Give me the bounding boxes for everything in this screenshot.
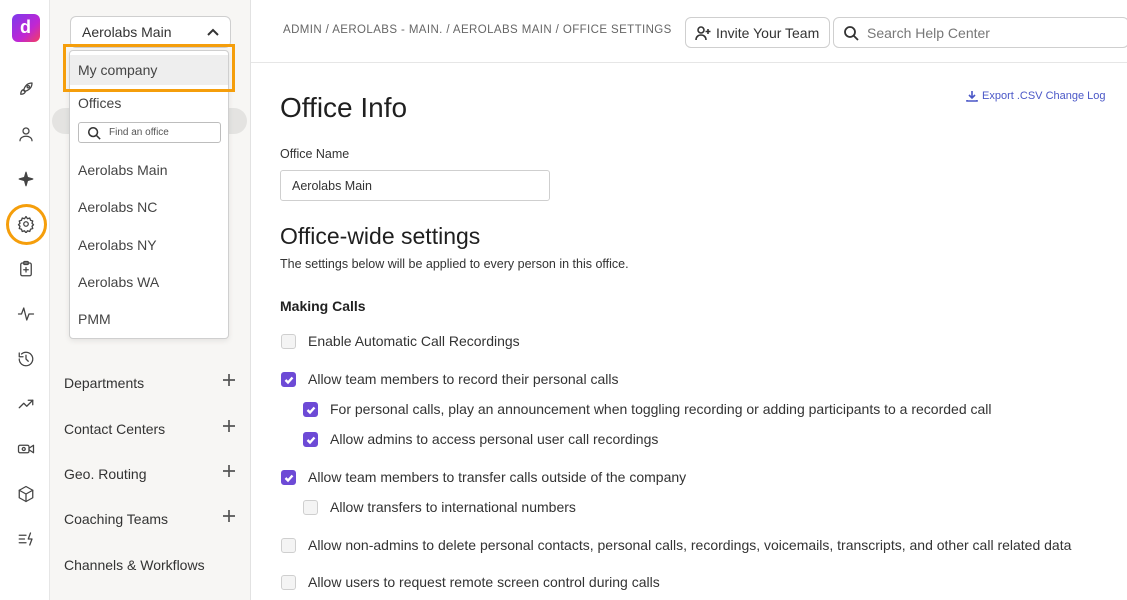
clipboard-icon[interactable] — [15, 258, 37, 280]
add-person-icon — [695, 26, 711, 41]
sidebar-item-label: Geo. Routing — [64, 466, 147, 482]
check-icon — [306, 406, 316, 414]
top-header: ADMIN / AEROLABS - MAIN. / AEROLABS MAIN… — [251, 0, 1127, 63]
dropdown-item-office[interactable]: Aerolabs NY — [78, 237, 157, 253]
export-csv-label: Export .CSV Change Log — [982, 90, 1106, 102]
checkbox[interactable] — [281, 371, 296, 387]
dropdown-item-office[interactable]: Aerolabs Main — [78, 162, 168, 178]
sidebar-item-channels-workflows[interactable]: Channels & Workflows — [64, 553, 242, 577]
trend-icon[interactable] — [15, 393, 37, 415]
rocket-icon[interactable] — [15, 78, 37, 100]
plus-icon[interactable] — [222, 419, 240, 437]
office-search-input[interactable]: Find an office — [78, 122, 221, 143]
plus-icon[interactable] — [222, 509, 240, 527]
export-csv-link[interactable]: Export .CSV Change Log — [966, 90, 1106, 102]
option-label: Allow transfers to international numbers — [330, 499, 576, 515]
checkbox[interactable] — [281, 537, 296, 553]
option-label: Allow team members to transfer calls out… — [308, 469, 687, 485]
invite-team-button[interactable]: Invite Your Team — [685, 17, 830, 48]
office-name-input[interactable]: Aerolabs Main — [280, 170, 550, 201]
plus-icon[interactable] — [222, 373, 240, 391]
option-label: For personal calls, play an announcement… — [330, 401, 992, 417]
office-name-label: Office Name — [280, 147, 350, 161]
option-international-transfers[interactable]: Allow transfers to international numbers — [303, 499, 576, 515]
person-icon[interactable] — [15, 123, 37, 145]
list-bolt-icon[interactable] — [15, 528, 37, 550]
search-icon — [87, 126, 101, 140]
invite-team-label: Invite Your Team — [716, 24, 820, 41]
sidebar-item-label: Departments — [64, 375, 145, 391]
icon-rail: d — [0, 0, 50, 600]
chevron-up-icon — [206, 26, 220, 40]
plus-icon[interactable] — [222, 464, 240, 482]
sidebar-item-label: Coaching Teams — [64, 511, 169, 527]
option-label: Allow admins to access personal user cal… — [330, 431, 659, 447]
main-content: Export .CSV Change Log Office Info Offic… — [251, 63, 1127, 600]
download-icon — [966, 91, 978, 102]
dropdown-item-office[interactable]: Aerolabs WA — [78, 274, 159, 290]
help-search-input[interactable]: Search Help Center — [833, 17, 1127, 48]
checkbox[interactable] — [303, 431, 318, 447]
option-label: Allow non-admins to delete personal cont… — [308, 537, 1072, 553]
sidebar-item-geo-routing[interactable]: Geo. Routing — [64, 462, 242, 486]
option-label: Allow team members to record their perso… — [308, 371, 619, 387]
checkbox[interactable] — [281, 333, 296, 349]
sidebar-item-contact-centers[interactable]: Contact Centers — [64, 417, 242, 441]
sidebar-item-coaching-teams[interactable]: Coaching Teams — [64, 507, 242, 531]
option-record-personal-calls[interactable]: Allow team members to record their perso… — [281, 371, 618, 387]
sparkle-icon[interactable] — [15, 168, 37, 190]
search-icon — [844, 26, 859, 41]
section-subtitle: The settings below will be applied to ev… — [280, 257, 629, 271]
app-logo[interactable]: d — [12, 14, 40, 42]
office-search-placeholder: Find an office — [109, 127, 169, 138]
breadcrumb: ADMIN / AEROLABS - MAIN. / AEROLABS MAIN… — [283, 24, 672, 36]
cube-icon[interactable] — [15, 483, 37, 505]
option-recording-announcement[interactable]: For personal calls, play an announcement… — [303, 401, 992, 417]
checkbox[interactable] — [281, 574, 296, 590]
logo-letter: d — [20, 17, 31, 37]
offices-heading: Offices — [78, 95, 122, 111]
option-label: Allow users to request remote screen con… — [308, 574, 660, 590]
option-label: Enable Automatic Call Recordings — [308, 333, 520, 349]
activity-icon[interactable] — [15, 303, 37, 325]
dropdown-item-office[interactable]: PMM — [78, 311, 111, 327]
checkbox[interactable] — [303, 401, 318, 417]
option-remote-screen-control[interactable]: Allow users to request remote screen con… — [281, 574, 660, 590]
section-title: Office-wide settings — [280, 223, 481, 249]
video-settings-icon[interactable] — [15, 438, 37, 460]
option-admin-access-recordings[interactable]: Allow admins to access personal user cal… — [303, 431, 658, 447]
my-company-highlight — [63, 44, 235, 92]
checkbox[interactable] — [281, 469, 296, 485]
office-selector-label: Aerolabs Main — [82, 24, 172, 40]
dropdown-item-office[interactable]: Aerolabs NC — [78, 199, 157, 215]
office-dropdown: My company Offices Find an office Aerola… — [69, 50, 229, 339]
sidebar-item-departments[interactable]: Departments — [64, 371, 242, 395]
option-non-admin-delete[interactable]: Allow non-admins to delete personal cont… — [281, 537, 1071, 553]
check-icon — [284, 474, 294, 482]
subsection-title: Making Calls — [280, 298, 366, 314]
sidebar-item-label: Channels & Workflows — [64, 557, 205, 573]
check-icon — [284, 376, 294, 384]
history-icon[interactable] — [15, 348, 37, 370]
page-title: Office Info — [280, 92, 408, 123]
help-search-placeholder: Search Help Center — [867, 24, 990, 41]
checkbox[interactable] — [303, 499, 318, 515]
gear-icon[interactable] — [15, 213, 37, 235]
sidebar-item-label: Contact Centers — [64, 421, 166, 437]
option-transfer-outside[interactable]: Allow team members to transfer calls out… — [281, 469, 686, 485]
check-icon — [306, 436, 316, 444]
option-auto-call-recordings[interactable]: Enable Automatic Call Recordings — [281, 333, 520, 349]
